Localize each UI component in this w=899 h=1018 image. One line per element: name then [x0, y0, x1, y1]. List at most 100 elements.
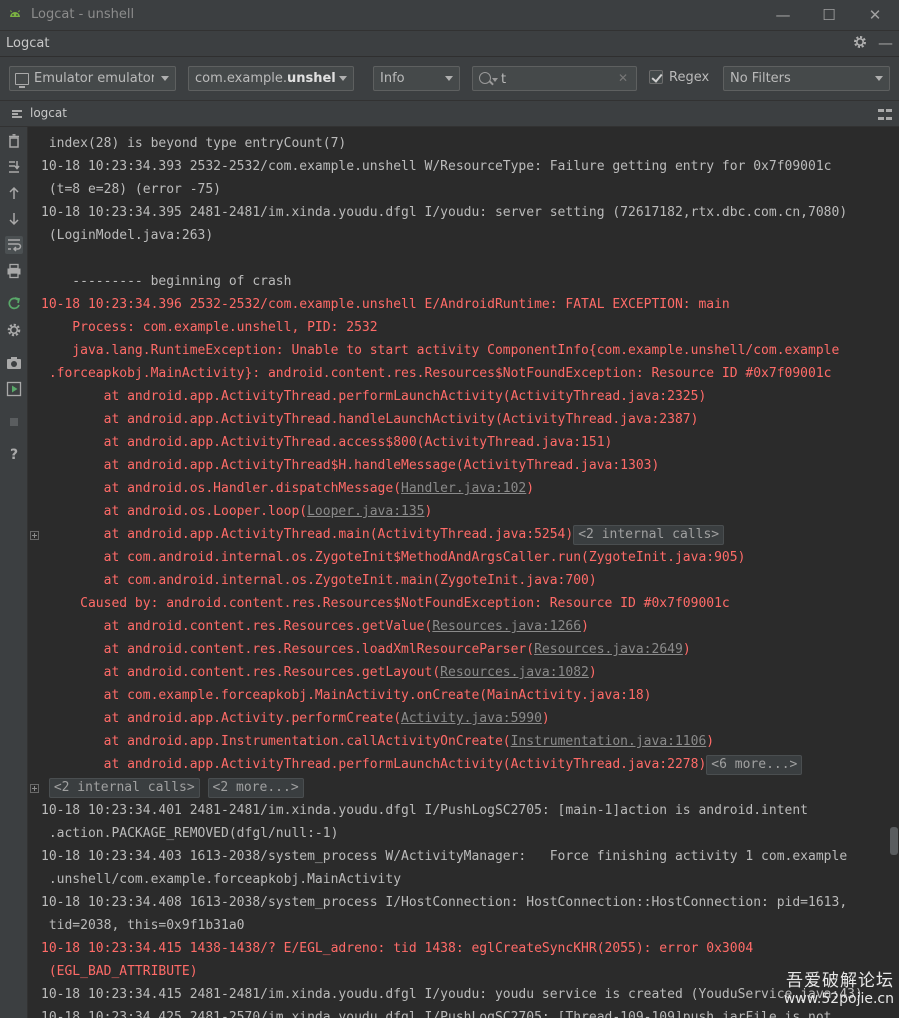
source-link[interactable]: Handler.java:102 [401, 481, 526, 496]
collapsed-frames-badge[interactable]: <6 more...> [706, 755, 803, 775]
log-line: at com.android.internal.os.ZygoteInit$Me… [41, 546, 891, 569]
log-text: Caused by: android.content.res.Resources… [41, 596, 730, 611]
help-icon[interactable]: ? [5, 446, 23, 464]
regex-label[interactable]: Regex [669, 70, 709, 85]
log-text: (t=8 e=28) (error -75) [41, 182, 222, 197]
hide-panel-button[interactable]: — [878, 35, 893, 51]
source-link[interactable]: Activity.java:5990 [401, 711, 542, 726]
collapsed-frames-badge[interactable]: <2 internal calls> [573, 525, 725, 545]
logcat-output[interactable]: index(28) is beyond type entryCount(7) 10… [28, 127, 899, 1018]
log-line: at android.app.ActivityThread$H.handleMe… [41, 454, 891, 477]
search-history-icon[interactable] [492, 78, 498, 82]
collapsed-frames-badge[interactable]: <2 internal calls> [48, 778, 200, 798]
log-text: java.lang.RuntimeException: Unable to st… [41, 343, 840, 358]
log-text: 10-18 10:23:34.403 1613-2038/system_proc… [41, 849, 848, 864]
log-text: ) [588, 665, 597, 680]
trash-icon[interactable] [5, 132, 23, 150]
collapsed-frames-badge[interactable]: <2 more...> [207, 778, 304, 798]
search-input[interactable] [501, 70, 611, 88]
log-line: at android.app.ActivityThread.performLau… [41, 385, 891, 408]
window-title-bar: Logcat - unshell — ☐ ✕ [0, 0, 899, 30]
log-line: at android.app.Activity.performCreate(Ac… [41, 707, 891, 730]
watermark: 吾爱破解论坛 www.52pojie.cn [776, 966, 894, 1014]
arrow-down-icon[interactable] [5, 210, 23, 228]
chevron-down-icon [339, 76, 347, 81]
log-text: 10-18 10:23:34.396 2532-2532/com.example… [41, 297, 730, 312]
log-line: 10-18 10:23:34.395 2481-2481/im.xinda.yo… [41, 201, 891, 224]
gear-icon[interactable] [852, 34, 868, 50]
soft-wrap-icon[interactable] [5, 236, 23, 254]
arrow-up-icon[interactable] [5, 184, 23, 202]
screen-record-icon[interactable] [5, 380, 23, 398]
log-line: <2 internal calls> <2 more...> [41, 776, 891, 799]
scroll-to-end-icon[interactable] [5, 158, 23, 176]
screen-capture-icon[interactable] [5, 354, 23, 372]
expand-fold-icon[interactable] [30, 784, 39, 793]
chevron-down-icon [445, 76, 453, 81]
log-line: at android.app.ActivityThread.performLau… [41, 753, 891, 776]
log-text: at com.android.internal.os.ZygoteInit.ma… [41, 573, 597, 588]
log-text: at com.android.internal.os.ZygoteInit$Me… [41, 550, 746, 565]
close-window-button[interactable]: ✕ [852, 0, 898, 30]
chevron-down-icon [161, 76, 169, 81]
clear-search-icon[interactable]: ✕ [618, 71, 628, 85]
log-text: at android.content.res.Resources.getValu… [41, 619, 433, 634]
log-text: (LoginModel.java:263) [41, 228, 214, 243]
log-text: 10-18 10:23:34.393 2532-2532/com.example… [41, 159, 832, 174]
filter-selector[interactable]: No Filters [723, 66, 890, 91]
vertical-scrollbar-thumb[interactable] [890, 827, 898, 855]
log-text: tid=2038, this=0x9f1b31a0 [41, 918, 245, 933]
restore-layout-icon[interactable] [878, 109, 892, 120]
log-text: at android.app.ActivityThread.handleLaun… [41, 412, 699, 427]
source-link[interactable]: Instrumentation.java:1106 [511, 734, 707, 749]
log-text: 10-18 10:23:34.425 2481-2570/im.xinda.yo… [41, 1010, 832, 1018]
print-icon[interactable] [5, 262, 23, 280]
source-link[interactable]: Resources.java:1082 [440, 665, 589, 680]
log-level-selector[interactable]: Info [373, 66, 460, 91]
logcat-toolbar: Emulator emulator-5 com.example.unshell … [0, 56, 899, 100]
android-icon [10, 10, 20, 17]
log-line: index(28) is beyond type entryCount(7) [41, 132, 891, 155]
minimize-window-button[interactable]: — [760, 0, 806, 30]
watermark-title: 吾爱破解论坛 [786, 971, 894, 991]
search-icon[interactable] [479, 72, 491, 84]
log-text: ) [526, 481, 535, 496]
log-line: at android.app.ActivityThread.handleLaun… [41, 408, 891, 431]
log-line: 10-18 10:23:34.425 2481-2570/im.xinda.yo… [41, 1006, 891, 1018]
log-line: Process: com.example.unshell, PID: 2532 [41, 316, 891, 339]
logcat-side-toolbar: ? [0, 127, 28, 1018]
log-text: at android.os.Handler.dispatchMessage( [41, 481, 402, 496]
source-link[interactable]: Resources.java:2649 [534, 642, 683, 657]
source-link[interactable]: Resources.java:1266 [432, 619, 581, 634]
log-line: Caused by: android.content.res.Resources… [41, 592, 891, 615]
log-text: Process: com.example.unshell, PID: 2532 [41, 320, 378, 335]
expand-fold-icon[interactable] [30, 531, 39, 540]
log-line: (LoginModel.java:263) [41, 224, 891, 247]
log-line: at com.example.forceapkobj.MainActivity.… [41, 684, 891, 707]
log-line: .forceapkobj.MainActivity}: android.cont… [41, 362, 891, 385]
log-text: at android.app.Activity.performCreate( [41, 711, 402, 726]
tab-logcat[interactable]: logcat [30, 106, 67, 120]
log-text: index(28) is beyond type entryCount(7) [41, 136, 347, 151]
emulator-icon [15, 73, 29, 88]
regex-checkbox[interactable] [649, 70, 663, 84]
settings-icon[interactable] [5, 321, 23, 339]
log-text: at android.app.ActivityThread$H.handleMe… [41, 458, 660, 473]
log-line: at android.os.Looper.loop(Looper.java:13… [41, 500, 891, 523]
log-line: .unshell/com.example.forceapkobj.MainAct… [41, 868, 891, 891]
log-line: at android.content.res.Resources.getValu… [41, 615, 891, 638]
device-selector-value: Emulator emulator-5 [34, 71, 154, 86]
log-text: 10-18 10:23:34.408 1613-2038/system_proc… [41, 895, 848, 910]
device-selector[interactable]: Emulator emulator-5 [9, 66, 176, 91]
source-link[interactable]: Looper.java:135 [307, 504, 424, 519]
process-selector[interactable]: com.example.unshell (2 [188, 66, 354, 91]
log-text: at android.app.ActivityThread.performLau… [41, 389, 707, 404]
log-text: (EGL_BAD_ATTRIBUTE) [41, 964, 198, 979]
restart-icon[interactable] [5, 295, 23, 313]
window-title: Logcat - unshell [31, 7, 135, 22]
log-line: at com.android.internal.os.ZygoteInit.ma… [41, 569, 891, 592]
log-text: ) [581, 619, 589, 634]
search-field[interactable]: ✕ [472, 66, 637, 91]
maximize-window-button[interactable]: ☐ [806, 0, 852, 30]
